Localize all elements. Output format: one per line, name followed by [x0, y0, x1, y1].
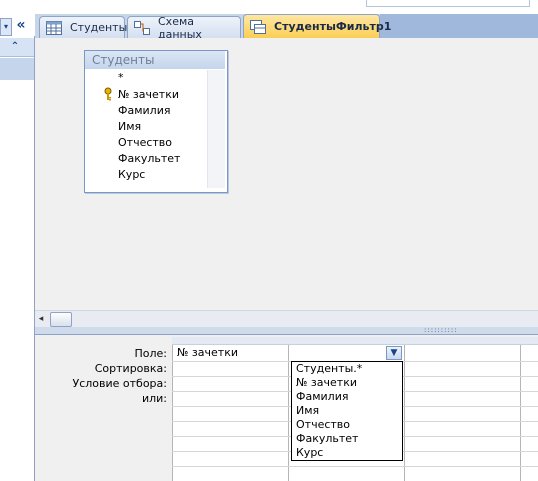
field-record-book[interactable]: № зачетки [118, 87, 179, 103]
double-chevron-left-icon: « [16, 17, 26, 33]
tab-relationships[interactable]: Схема данных [127, 14, 241, 41]
tab-label: Студенты [70, 21, 128, 34]
grid-column-1[interactable] [172, 345, 288, 481]
tab-strip-fill [380, 14, 538, 38]
row-label-sort: Сортировка: [94, 362, 167, 375]
scroll-left-arrow-icon[interactable]: ◂ [36, 312, 46, 326]
dropdown-option[interactable]: Факультет [296, 432, 358, 446]
field-name[interactable]: Имя [118, 119, 141, 135]
row-label-criteria: Условие отбора: [72, 377, 168, 390]
dropdown-option[interactable]: Имя [296, 404, 319, 418]
row-label-field: Поле: [134, 347, 167, 360]
dropdown-option[interactable]: Курс [296, 446, 323, 460]
table-icon [46, 20, 62, 35]
nav-collapse-button[interactable]: « [10, 14, 32, 36]
nav-selected-item[interactable] [0, 58, 34, 80]
relationships-icon [134, 20, 150, 35]
dropdown-option[interactable]: Отчество [296, 418, 350, 432]
query-icon [250, 19, 266, 34]
field-faculty[interactable]: Факультет [118, 151, 180, 167]
chevron-up-icon[interactable]: ⌃ [8, 40, 22, 54]
field-dropdown-button[interactable]: ▼ [386, 346, 402, 360]
top-input-edge [366, 0, 530, 7]
tab-students-table[interactable]: Студенты [39, 16, 128, 38]
splitter-grip-icon[interactable]: :::::::::: [424, 327, 460, 334]
pane-splitter[interactable] [35, 327, 538, 335]
grid-column-3[interactable] [404, 345, 520, 481]
scrollbar-thumb[interactable] [50, 312, 72, 327]
field-surname[interactable]: Фамилия [118, 103, 170, 119]
grid-row-divider [172, 466, 538, 467]
dropdown-option[interactable]: Фамилия [296, 390, 348, 404]
field-course[interactable]: Курс [118, 167, 145, 183]
design-horizontal-scrollbar[interactable] [35, 310, 538, 328]
dropdown-option[interactable]: № зачетки [296, 376, 357, 390]
tab-query-students-filter[interactable]: СтудентыФильтр1 [243, 14, 391, 38]
field-patronymic[interactable]: Отчество [118, 135, 172, 151]
grid-column-selectors[interactable] [172, 337, 538, 345]
nav-header [0, 0, 34, 14]
dropdown-option[interactable]: Студенты.* [296, 362, 362, 376]
chevron-down-icon: ▾ [3, 22, 8, 31]
navigation-pane [0, 36, 35, 481]
grid-column-4[interactable] [520, 345, 538, 481]
field-cell-input[interactable]: № зачетки [174, 345, 288, 361]
primary-key-icon [103, 87, 113, 101]
field-all[interactable]: * [118, 70, 124, 86]
row-label-or: или: [141, 392, 167, 405]
chevron-down-icon: ▼ [390, 348, 398, 358]
tab-label: Схема данных [158, 14, 202, 41]
field-list-title[interactable]: Студенты [85, 51, 225, 69]
field-list-scrollbar[interactable] [207, 70, 225, 188]
tab-label: СтудентыФильтр1 [274, 20, 392, 33]
